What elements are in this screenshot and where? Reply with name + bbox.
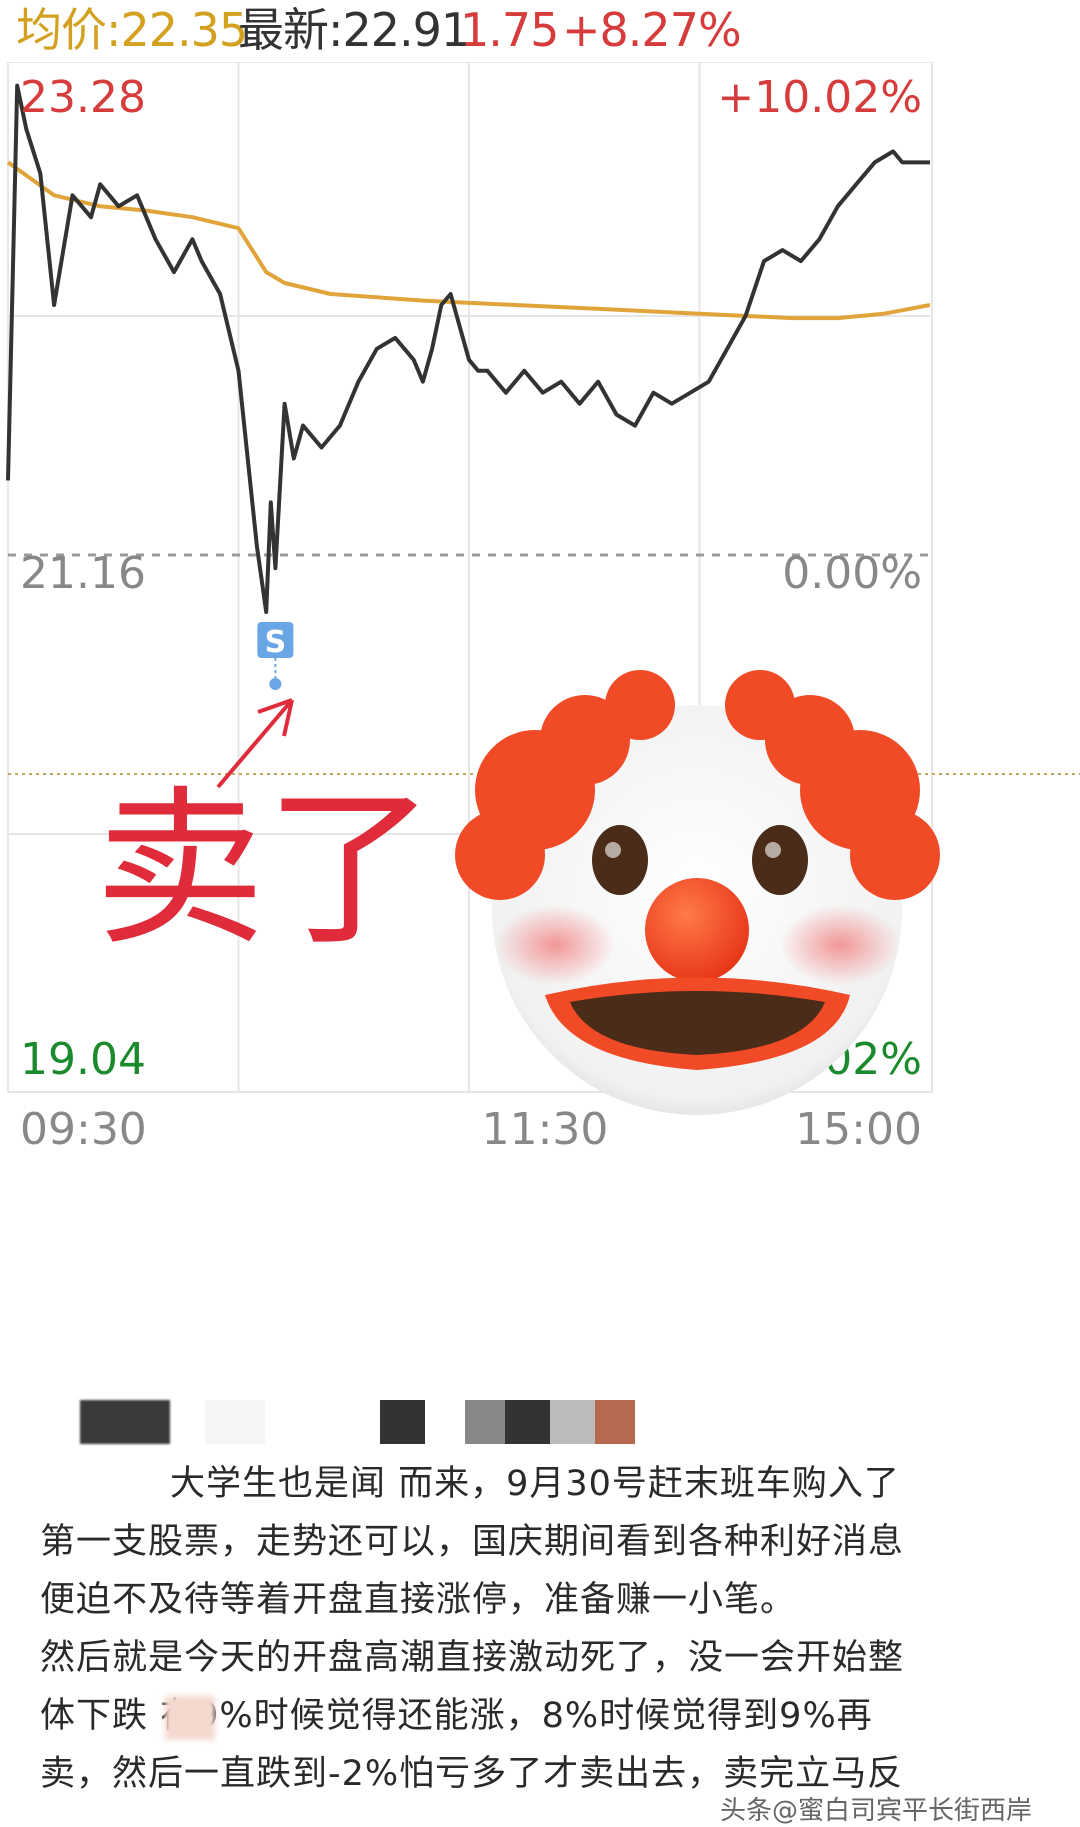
change-percent: +8.27% — [562, 3, 742, 57]
clown-face-icon — [455, 670, 940, 1115]
quote-header: 均价:22.35 最新:22.91 1.75 +8.27% — [0, 0, 1080, 62]
post-line: 第一支股票，走势还可以，国庆期间看到各种利好消息 — [40, 1522, 905, 1562]
x-tick: 09:30 — [20, 1104, 147, 1155]
watermark: 头条@蜜白司宾平长街西岸 — [720, 1796, 1033, 1826]
sell-marker-dot — [269, 678, 282, 690]
post-body: 大学生也是闻 而来，9月30号赶末班车购入了 第一支股票，走势还可以，国庆期间看… — [40, 1455, 1050, 1803]
change-amount: 1.75 — [460, 3, 559, 57]
y-tick-left: 19.04 — [20, 1034, 146, 1085]
post-line: 便迫不及待等着开盘直接涨停，准备赚一小笔。 — [40, 1580, 797, 1620]
post-line: 然后就是今天的开盘高潮直接激动死了，没一会开始整 — [40, 1638, 905, 1678]
y-tick-right: +10.02% — [717, 72, 922, 123]
post-line: 大学生也是闻 而来，9月30号赶末班车购入了 — [170, 1464, 900, 1504]
redacted-emoji — [165, 1696, 215, 1740]
y-tick-right: 0.00% — [782, 548, 922, 599]
latest-price: 最新:22.91 — [238, 3, 470, 57]
sell-annotation: 卖了 — [95, 698, 435, 969]
annotation-text: 卖了 — [95, 771, 435, 969]
sell-marker[interactable]: S — [257, 622, 294, 690]
redacted-username — [0, 1400, 1080, 1444]
avg-price: 均价:22.35 — [16, 3, 248, 57]
y-tick-left: 21.16 — [20, 548, 146, 599]
y-tick-left: 23.28 — [20, 72, 146, 123]
sell-marker-label: S — [265, 625, 287, 660]
